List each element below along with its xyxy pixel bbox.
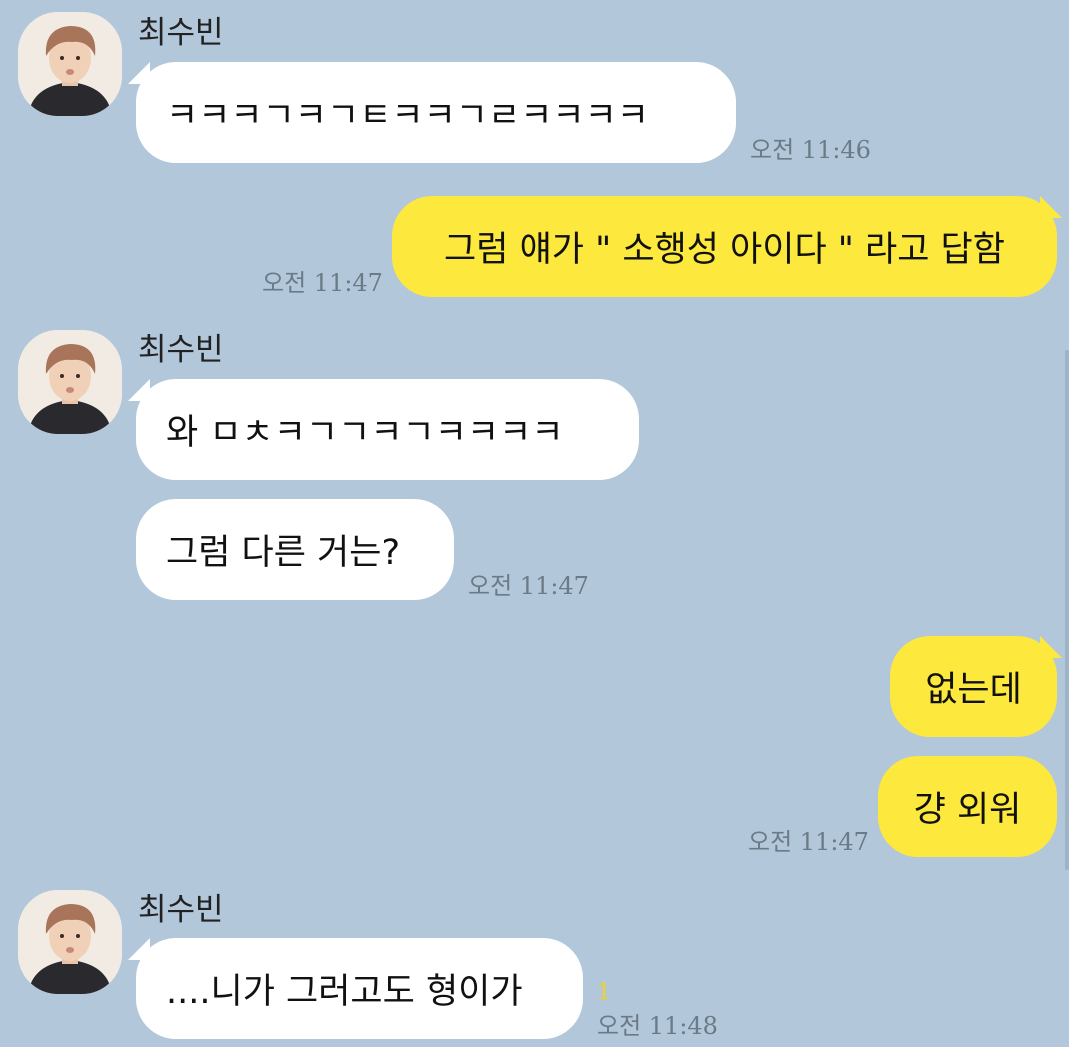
chat-area[interactable]: 최수빈 ㅋㅋㅋㄱㅋㄱㅌㅋㅋㄱㄹㅋㅋㅋㅋ 오전 11:46 오전 11:47 그럼… (0, 0, 1069, 1047)
profile-photo-icon (18, 890, 122, 994)
profile-photo-icon (18, 330, 122, 434)
bubble-tail (1040, 636, 1062, 658)
bubble-tail (1040, 196, 1062, 218)
message-time: 오전 11:47 (262, 269, 383, 297)
unread-count: 1 (597, 980, 611, 1005)
sender-name: 최수빈 (138, 332, 224, 368)
sender-avatar[interactable] (18, 890, 122, 994)
message-time: 오전 11:47 (748, 828, 869, 856)
sender-avatar[interactable] (18, 12, 122, 116)
message-bubble-incoming[interactable]: ㅋㅋㅋㄱㅋㄱㅌㅋㅋㄱㄹㅋㅋㅋㅋ (136, 62, 736, 163)
sender-avatar[interactable] (18, 330, 122, 434)
message-bubble-outgoing[interactable]: 그럼 얘가 " 소행성 아이다 " 라고 답함 (392, 196, 1057, 297)
scrollbar[interactable] (1065, 350, 1069, 870)
message-bubble-incoming[interactable]: ....니가 그러고도 형이가 (136, 938, 583, 1039)
message-time: 오전 11:48 (597, 1012, 718, 1040)
message-bubble-incoming[interactable]: 와 ㅁㅊㅋㄱㄱㅋㄱㅋㅋㅋㅋ (136, 379, 639, 480)
profile-photo-icon (18, 12, 122, 116)
message-bubble-incoming[interactable]: 그럼 다른 거는? (136, 499, 454, 600)
sender-name: 최수빈 (138, 15, 224, 51)
message-time: 오전 11:47 (468, 572, 589, 600)
message-bubble-outgoing[interactable]: 없는데 (890, 636, 1057, 737)
sender-name: 최수빈 (138, 892, 224, 928)
message-bubble-outgoing[interactable]: 걍 외워 (878, 756, 1057, 857)
message-time: 오전 11:46 (750, 136, 871, 164)
